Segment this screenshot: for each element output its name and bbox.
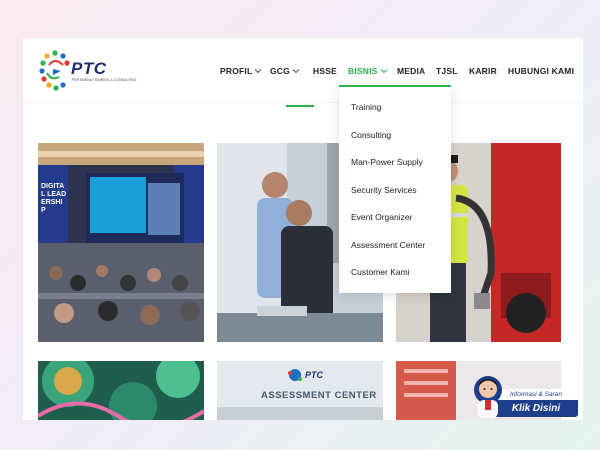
nav-label: PROFIL — [220, 66, 253, 76]
nav-item-hubungi-kami[interactable]: HUBUNGI KAMI — [508, 66, 574, 76]
menu-item-manpower-supply[interactable]: Man-Power Supply — [351, 157, 423, 167]
nav-label: KARIR — [469, 66, 497, 76]
menu-item-security-services[interactable]: Security Services — [351, 185, 417, 195]
nav-item-hsse[interactable]: HSSE — [313, 66, 337, 76]
nav-label: HUBUNGI KAMI — [508, 66, 575, 76]
menu-item-event-organizer[interactable]: Event Organizer — [351, 212, 412, 222]
sign-brand: PTC — [305, 370, 323, 380]
nav-item-media[interactable]: MEDIA — [397, 66, 425, 76]
nav-item-tjsl[interactable]: TJSL — [436, 66, 458, 76]
menu-item-assessment-center[interactable]: Assessment Center — [351, 240, 425, 250]
browser-viewport: PTC PERTAMINA TRAINING & CONSULTING PROF… — [23, 38, 583, 420]
main-nav: PROFIL GCG HSSE BISNIS MEDIA TJSL KARIR … — [23, 66, 583, 80]
assistant-avatar-icon — [474, 376, 502, 418]
business-card-image-training[interactable]: DIGITAL LEADERSHIP — [38, 143, 204, 342]
nav-item-bisnis[interactable]: BISNIS — [348, 66, 388, 76]
sign-text: ASSESSMENT CENTER — [261, 390, 377, 401]
help-widget[interactable]: Informasi & Saran Klik Disini — [470, 372, 582, 422]
nav-label: HSSE — [313, 66, 337, 76]
business-card-image-assessment[interactable]: PTC ASSESSMENT CENTER — [217, 361, 383, 420]
menu-item-training[interactable]: Training — [351, 102, 381, 112]
chevron-down-icon — [380, 69, 387, 74]
decor-photo — [38, 361, 204, 420]
active-nav-underline — [286, 105, 314, 107]
help-caption: Informasi & Saran — [494, 389, 578, 400]
screen-title: DIGITAL LEADERSHIP — [41, 183, 67, 214]
menu-item-customer-kami[interactable]: Customer Kami — [351, 267, 410, 277]
nav-label: BISNIS — [348, 66, 378, 76]
nav-label: TJSL — [436, 66, 458, 76]
help-button[interactable]: Klik Disini — [494, 400, 578, 417]
nav-item-karir[interactable]: KARIR — [469, 66, 497, 76]
nav-label: MEDIA — [397, 66, 426, 76]
nav-item-gcg[interactable]: GCG — [270, 66, 300, 76]
nav-label: GCG — [270, 66, 290, 76]
chevron-down-icon — [292, 69, 300, 74]
site-header: PTC PERTAMINA TRAINING & CONSULTING PROF… — [23, 38, 583, 103]
nav-item-profil[interactable]: PROFIL — [220, 66, 262, 76]
business-card-image-security[interactable] — [38, 361, 204, 420]
menu-item-consulting[interactable]: Consulting — [351, 130, 391, 140]
chevron-down-icon — [255, 69, 262, 74]
seminar-photo — [38, 143, 204, 342]
bisnis-dropdown-menu: Training Consulting Man-Power Supply Sec… — [339, 85, 451, 293]
